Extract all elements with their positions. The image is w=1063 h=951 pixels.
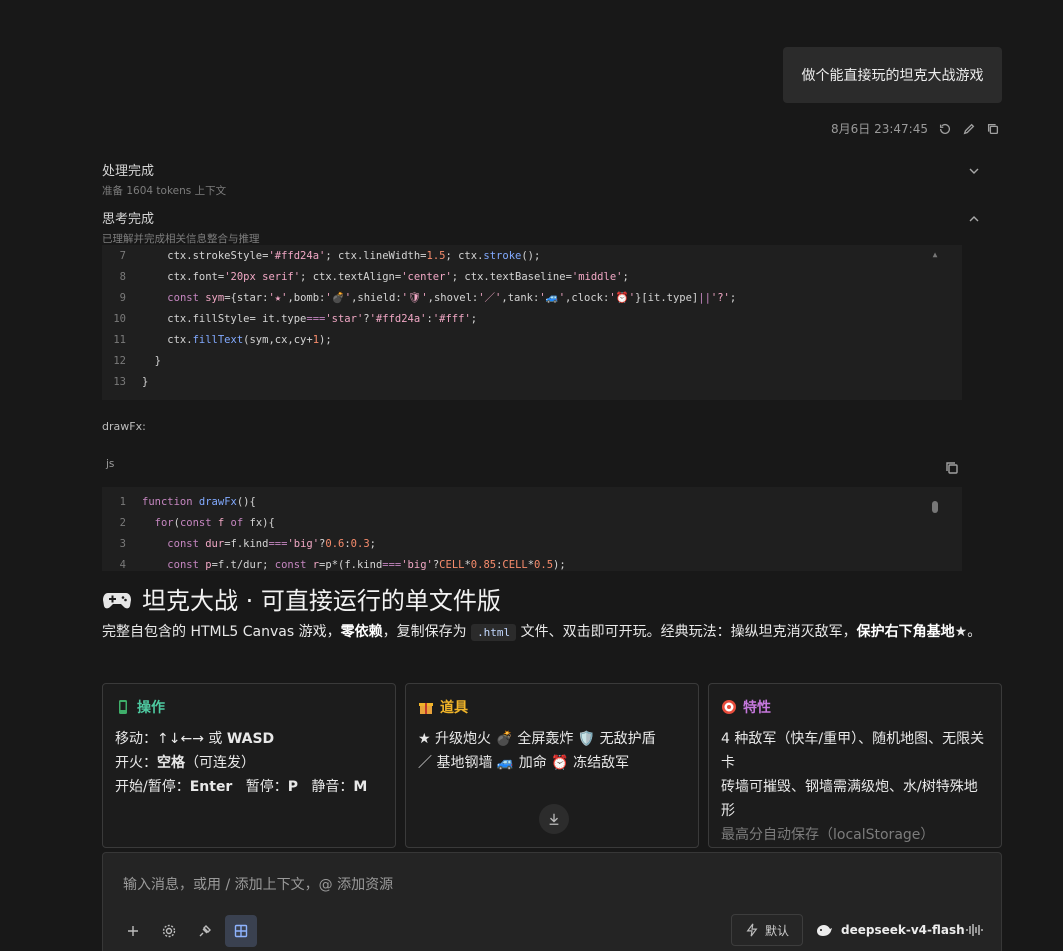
line-number: 12: [113, 354, 126, 367]
grid-icon[interactable]: [225, 915, 257, 947]
status-processing[interactable]: 处理完成 准备 1604 tokens 上下文: [102, 160, 982, 198]
code-line: 12 }: [102, 350, 962, 371]
status-thinking[interactable]: 思考完成 已理解并完成相关信息整合与推理: [102, 208, 982, 246]
features-line: 砖墙可摧毁、钢墙需满级炮、水/树特殊地形: [721, 779, 978, 819]
code-scrollbar[interactable]: [930, 497, 940, 513]
card-body: ★ 升级炮火 💣 全屏轰炸 🛡️ 无敌护盾 ／ 基地钢墙 🚙 加命 ⏰ 冻结敌军: [418, 727, 686, 775]
status-title: 思考完成: [102, 212, 155, 227]
card-header: 道具: [418, 697, 686, 717]
code-language-tag: js: [106, 458, 115, 470]
settings-icon[interactable]: [153, 915, 185, 947]
code-line: 2 for(const f of fx){: [102, 512, 962, 533]
code-block-draw: 7 ctx.strokeStyle='#ffd24a'; ctx.lineWid…: [102, 245, 962, 400]
message-timestamp: 8月6日 23:47:45: [831, 122, 928, 136]
code-line: 1 function drawFx(){: [102, 491, 962, 512]
gift-icon: [418, 699, 434, 715]
code-line: 7 ctx.strokeStyle='#ffd24a'; ctx.lineWid…: [102, 245, 962, 266]
card-title: 操作: [137, 700, 165, 716]
intro-paragraph: 完整自包含的 HTML5 Canvas 游戏，零依赖，复制保存为 .html 文…: [102, 620, 1007, 645]
items-line: ★ 升级炮火 💣 全屏轰炸 🛡️ 无敌护盾: [418, 731, 656, 747]
add-icon[interactable]: [117, 915, 149, 947]
whale-icon: [817, 925, 832, 936]
message-input[interactable]: 输入消息，或用 / 添加上下文，@ 添加资源: [123, 874, 393, 894]
intro-text: ，复制保存为: [382, 624, 472, 640]
code-line: 4 const p=f.t/dur; const r=p*(f.kind==='…: [102, 554, 962, 575]
lightning-icon: [746, 923, 758, 937]
voice-input-icon[interactable]: [965, 921, 983, 939]
line-number: 1: [119, 495, 126, 508]
user-message-text: 做个能直接玩的坦克大战游戏: [801, 68, 984, 84]
plugin-icon[interactable]: [189, 915, 221, 947]
drawfx-label: drawFx:: [102, 420, 146, 433]
code-line: 3 const dur=f.kind==='big'?0.6:0.3;: [102, 533, 962, 554]
intro-text: 完整自包含的 HTML5 Canvas 游戏，: [102, 624, 341, 640]
copy-message-icon[interactable]: [986, 122, 1000, 136]
line-number: 11: [113, 333, 126, 346]
code-line: 13}: [102, 371, 962, 392]
line-number: 2: [119, 516, 126, 529]
message-composer: 输入消息，或用 / 添加上下文，@ 添加资源 默认 deepseek-v4-fl…: [102, 852, 1002, 951]
copy-code-icon[interactable]: [944, 460, 960, 476]
section-heading: 坦克大战 · 可直接运行的单文件版: [102, 581, 501, 616]
user-message-bubble: 做个能直接玩的坦克大战游戏: [783, 47, 1002, 103]
composer-tools: [117, 915, 257, 947]
chevron-down-icon[interactable]: [968, 162, 982, 176]
status-subtitle: 已理解并完成相关信息整合与推理: [102, 233, 260, 245]
items-card: 道具 ★ 升级炮火 💣 全屏轰炸 🛡️ 无敌护盾 ／ 基地钢墙 🚙 加命 ⏰ 冻…: [405, 683, 699, 848]
edit-icon[interactable]: [962, 122, 976, 136]
code-line: 10 ctx.fillStyle= it.type==='star'?'#ffd…: [102, 308, 962, 329]
card-title: 道具: [440, 700, 468, 716]
feature-cards: 操作 移动：↑↓←→ 或 WASD 开火：空格（可连发） 开始/暂停：Enter…: [102, 683, 1002, 848]
line-number: 3: [119, 537, 126, 550]
code-line: 9 const sym={star:'★',bomb:'💣',shield:'🛡…: [102, 287, 962, 308]
code-scrollbar[interactable]: ▲: [930, 251, 940, 259]
card-body: 4 种敌军（快车/重甲）、随机地图、无限关卡 砖墙可摧毁、钢墙需满级炮、水/树特…: [721, 727, 989, 847]
scroll-thumb[interactable]: [932, 501, 938, 513]
line-number: 8: [119, 270, 126, 283]
message-meta: 8月6日 23:47:45: [831, 120, 1000, 137]
scroll-up-icon[interactable]: ▲: [930, 251, 940, 259]
code-block-drawfx: 1 function drawFx(){ 2 for(const f of fx)…: [102, 487, 962, 571]
intro-text: 文件、双击即可开玩。经典玩法：操纵坦克消灭敌军，: [516, 624, 857, 640]
card-title: 特性: [743, 700, 771, 716]
card-header: 特性: [721, 697, 989, 717]
intro-bold: 保护右下角基地: [856, 624, 955, 640]
section-title-text: 坦克大战 · 可直接运行的单文件版: [142, 587, 501, 615]
features-line: 最高分自动保存（localStorage）: [721, 827, 935, 843]
phone-icon: [115, 699, 131, 715]
mode-label: 默认: [764, 923, 789, 938]
card-header: 操作: [115, 697, 383, 717]
model-name: deepseek-v4-flash: [841, 923, 965, 937]
gamepad-icon: [102, 586, 132, 612]
model-selector[interactable]: deepseek-v4-flash: [815, 914, 965, 946]
inline-code: .html: [471, 624, 517, 641]
line-number: 9: [119, 291, 126, 304]
features-card: 特性 4 种敌军（快车/重甲）、随机地图、无限关卡 砖墙可摧毁、钢墙需满级炮、水…: [708, 683, 1002, 848]
chat-page: 做个能直接玩的坦克大战游戏 8月6日 23:47:45 处理完成 准备 1604…: [0, 0, 1063, 951]
intro-bold: 零依赖: [340, 624, 383, 640]
code-line: 11 ctx.fillText(sym,cx,cy+1);: [102, 329, 962, 350]
target-icon: [721, 699, 737, 715]
chevron-up-icon[interactable]: [968, 210, 982, 224]
scroll-down-button[interactable]: [539, 804, 569, 834]
code-line: 8 ctx.font='20px serif'; ctx.textAlign='…: [102, 266, 962, 287]
status-title: 处理完成: [102, 164, 155, 179]
status-subtitle: 准备 1604 tokens 上下文: [102, 185, 227, 197]
line-number: 7: [119, 249, 126, 262]
line-number: 4: [119, 558, 126, 571]
mode-button[interactable]: 默认: [731, 914, 803, 946]
items-line: ／ 基地钢墙 🚙 加命 ⏰ 冻结敌军: [418, 755, 630, 771]
card-body: 移动：↑↓←→ 或 WASD 开火：空格（可连发） 开始/暂停：Enter 暂停…: [115, 731, 368, 795]
controls-card: 操作 移动：↑↓←→ 或 WASD 开火：空格（可连发） 开始/暂停：Enter…: [102, 683, 396, 848]
features-line: 4 种敌军（快车/重甲）、随机地图、无限关卡: [721, 731, 985, 771]
intro-text: ★。: [954, 624, 982, 640]
line-number: 10: [113, 312, 126, 325]
line-number: 13: [113, 375, 126, 388]
retry-icon[interactable]: [938, 122, 952, 136]
